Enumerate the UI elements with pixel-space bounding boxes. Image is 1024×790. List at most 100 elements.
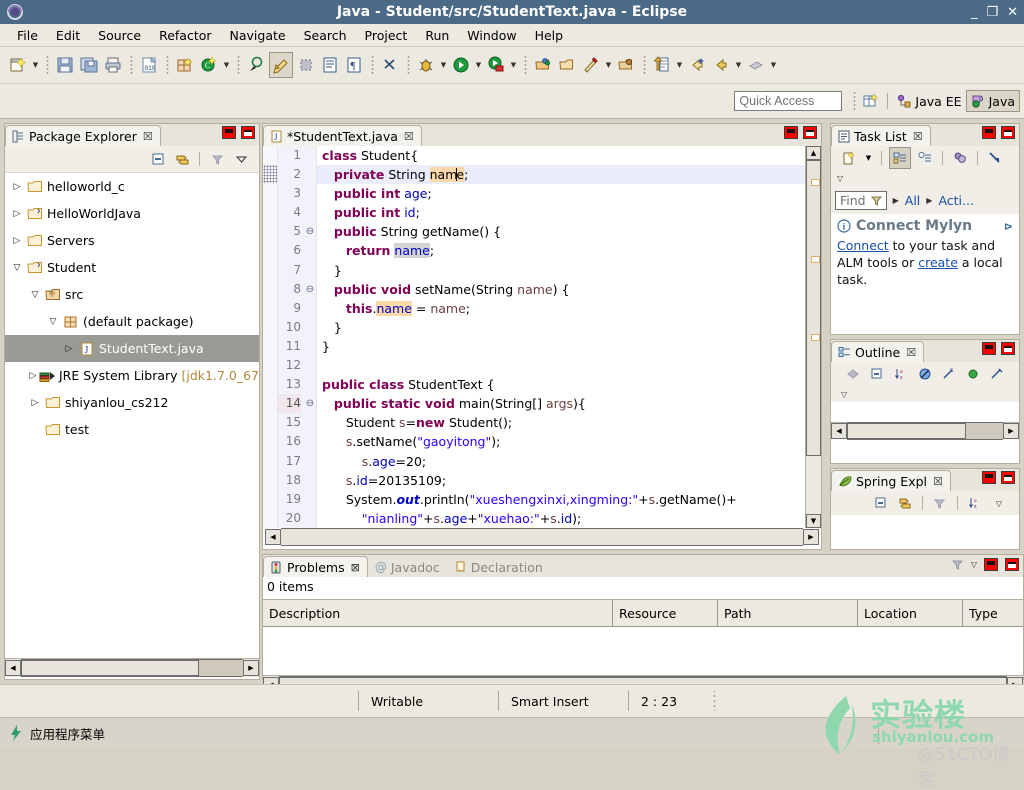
sort-icon[interactable]: az: [891, 364, 911, 384]
collapse-twisty-icon[interactable]: ▽: [9, 263, 25, 273]
tab-declaration[interactable]: Declaration: [448, 556, 551, 577]
new-server-icon[interactable]: [532, 53, 554, 77]
open-perspective-icon[interactable]: [860, 90, 882, 112]
maximize-button[interactable]: [1005, 557, 1019, 571]
task-find-box[interactable]: Find: [835, 190, 887, 210]
menu-refactor[interactable]: Refactor: [150, 26, 220, 45]
editor-folding-ruler[interactable]: ⊖ ⊖ ⊖: [304, 146, 317, 528]
package-explorer-hscrollbar[interactable]: ◀ ▶: [5, 658, 259, 677]
filter-all-arrow-icon[interactable]: ▶: [893, 196, 899, 205]
search-icon[interactable]: [745, 53, 767, 77]
restore-button[interactable]: ❐: [986, 6, 998, 19]
save-all-icon[interactable]: [78, 53, 100, 77]
expand-twisty-icon[interactable]: ▷: [9, 182, 25, 192]
menu-run[interactable]: Run: [416, 26, 458, 45]
create-link[interactable]: create: [918, 255, 958, 270]
tree-row-jre-system-library[interactable]: ▷ JRE System Library [jdk1.7.0_67: [5, 362, 259, 389]
tree-row-helloworld-c[interactable]: ▷ helloworld_c: [5, 173, 259, 200]
maximize-button[interactable]: [241, 126, 255, 139]
editor-code-area[interactable]: class Student{ private String name; publ…: [317, 146, 805, 528]
scroll-right-icon[interactable]: ▶: [803, 529, 819, 545]
open-task-icon[interactable]: [319, 53, 341, 77]
pilcrow-icon[interactable]: ¶: [343, 53, 365, 77]
toggle-mark-occurrences-icon[interactable]: [269, 52, 293, 78]
new-java-package-icon[interactable]: [174, 53, 196, 77]
maximize-button[interactable]: [803, 126, 817, 139]
perspective-java[interactable]: Java: [965, 90, 1020, 112]
expand-twisty-icon[interactable]: ▷: [27, 398, 43, 408]
save-icon[interactable]: [54, 53, 76, 77]
hide-fields-icon[interactable]: [915, 364, 935, 384]
minimize-button[interactable]: [982, 342, 996, 355]
tree-row-test[interactable]: test: [5, 416, 259, 443]
run-coverage-icon[interactable]: [485, 53, 507, 77]
column-header-type[interactable]: Type: [963, 600, 1023, 626]
scroll-right-icon[interactable]: ▶: [243, 660, 259, 676]
menu-file[interactable]: File: [8, 26, 47, 45]
forward-dropdown-icon[interactable]: ▼: [733, 53, 744, 77]
minimize-button[interactable]: [222, 126, 236, 139]
debug-icon[interactable]: [415, 53, 437, 77]
hscroll-track[interactable]: [21, 659, 243, 677]
expand-twisty-icon[interactable]: ▷: [27, 371, 39, 381]
fold-collapse-icon[interactable]: ⊖: [304, 280, 316, 299]
package-explorer-tree[interactable]: ▷ helloworld_c ▷ HelloWorldJava ▷ Server…: [5, 173, 259, 658]
binary-file-icon[interactable]: 010: [138, 53, 160, 77]
column-header-description[interactable]: Description: [263, 600, 613, 626]
expand-icon[interactable]: ⊳: [1004, 220, 1013, 233]
view-menu-icon[interactable]: [231, 149, 251, 169]
close-button[interactable]: ✕: [1007, 6, 1018, 19]
new-task-dropdown-icon[interactable]: ▼: [863, 148, 874, 168]
menu-navigate[interactable]: Navigate: [221, 26, 295, 45]
tree-row-student[interactable]: ▽ Student: [5, 254, 259, 281]
connect-link[interactable]: Connect: [837, 238, 889, 253]
outline-content[interactable]: [831, 402, 1019, 422]
view-menu-icon[interactable]: ▽: [837, 174, 843, 183]
menu-search[interactable]: Search: [295, 26, 356, 45]
hscroll-track[interactable]: [847, 422, 1003, 440]
view-menu-icon[interactable]: ▽: [989, 493, 1009, 513]
view-menu-icon[interactable]: ▽: [971, 560, 977, 569]
external-tools-icon[interactable]: [580, 53, 602, 77]
overview-marker-icon[interactable]: [811, 179, 820, 186]
perspective-java-ee[interactable]: Java EE: [893, 90, 965, 112]
synchronize-icon[interactable]: [985, 148, 1005, 168]
spring-explorer-content[interactable]: [831, 515, 1019, 545]
tree-row-default-package[interactable]: ▽ (default package): [5, 308, 259, 335]
open-type-icon[interactable]: [245, 53, 267, 77]
problems-table-body[interactable]: [263, 627, 1023, 675]
hide-nonpublic-icon[interactable]: [379, 53, 401, 77]
close-icon[interactable]: ⊠: [351, 561, 360, 574]
tab-javadoc[interactable]: @ Javadoc: [368, 556, 448, 577]
filter-active-link[interactable]: Acti...: [938, 193, 974, 208]
minimize-button[interactable]: [984, 557, 998, 571]
scroll-left-icon[interactable]: ◀: [831, 423, 847, 439]
overview-marker-icon[interactable]: [811, 256, 820, 263]
hide-local-icon[interactable]: [987, 364, 1007, 384]
debug-dropdown-icon[interactable]: ▼: [438, 53, 449, 77]
print-icon[interactable]: [102, 53, 124, 77]
menu-window[interactable]: Window: [458, 26, 525, 45]
run-dropdown-icon[interactable]: ▼: [473, 53, 484, 77]
run-coverage-dropdown-icon[interactable]: ▼: [508, 53, 519, 77]
hscroll-thumb[interactable]: [21, 660, 199, 676]
scroll-left-icon[interactable]: ◀: [265, 529, 281, 545]
editor-hscrollbar[interactable]: ◀ ▶: [263, 528, 821, 546]
view-menu-filter-icon[interactable]: [207, 149, 227, 169]
link-with-editor-icon[interactable]: [895, 493, 915, 513]
tree-row-src[interactable]: ▽ src: [5, 281, 259, 308]
column-header-location[interactable]: Location: [858, 600, 963, 626]
tree-row-shiyanlou-cs212[interactable]: ▷ shiyanlou_cs212: [5, 389, 259, 416]
open-folder-icon[interactable]: [615, 53, 637, 77]
categorized-presentation-icon[interactable]: [889, 147, 911, 169]
search-dropdown-icon[interactable]: ▼: [768, 53, 779, 77]
tree-row-helloworldjava[interactable]: ▷ HelloWorldJava: [5, 200, 259, 227]
back-icon[interactable]: [686, 53, 708, 77]
menu-edit[interactable]: Edit: [47, 26, 89, 45]
close-icon[interactable]: ☒: [906, 346, 916, 359]
tab-outline[interactable]: Outline ☒: [831, 341, 925, 362]
previous-annotation-dropdown-icon[interactable]: ▼: [674, 53, 685, 77]
menu-project[interactable]: Project: [356, 26, 417, 45]
link-with-editor-icon[interactable]: [172, 149, 192, 169]
tree-row-servers[interactable]: ▷ Servers: [5, 227, 259, 254]
